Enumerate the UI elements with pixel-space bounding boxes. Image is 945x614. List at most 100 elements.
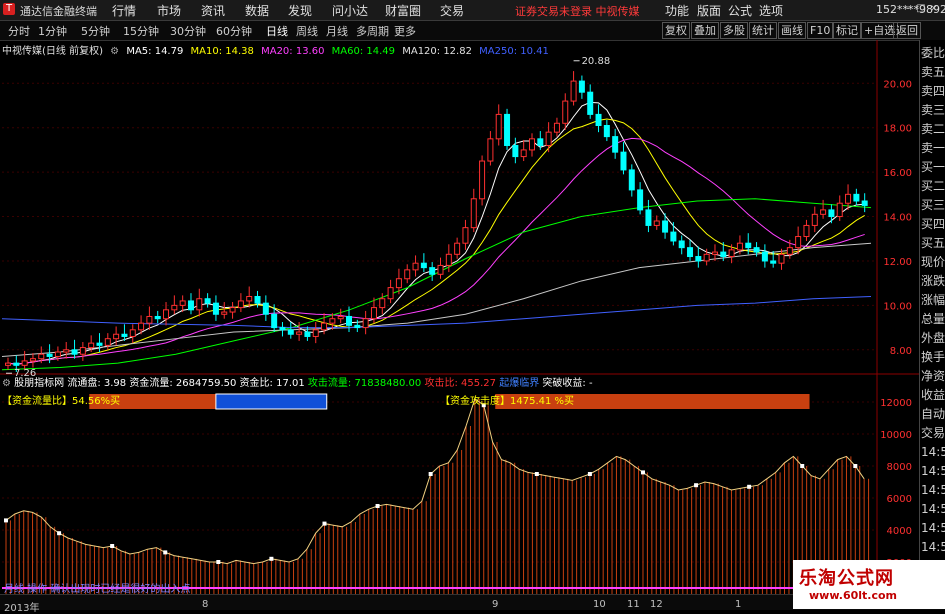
quote-tab[interactable]: 现价	[921, 253, 945, 272]
menu-item[interactable]: 版面	[697, 2, 721, 19]
ma20-label: MA20: 13.60	[261, 46, 325, 57]
period-minute[interactable]: 分时	[8, 23, 30, 39]
candle-body	[528, 138, 535, 151]
period-1min[interactable]: 1分钟	[38, 23, 67, 39]
quote-tab[interactable]: 14:5	[921, 500, 945, 519]
period-more[interactable]: 更多	[394, 23, 416, 39]
ma-line-ma5	[7, 101, 865, 365]
period-60min[interactable]: 60分钟	[216, 23, 252, 39]
quote-tab[interactable]: 卖四	[921, 82, 945, 101]
menu-item[interactable]: 行情	[112, 2, 136, 19]
candle-body	[13, 362, 20, 366]
candle-body	[63, 349, 70, 353]
candle-body	[637, 189, 644, 211]
ma5-label: MA5: 14.79	[126, 46, 184, 57]
quote-tab[interactable]: 14:5	[921, 519, 945, 538]
flow-point	[163, 550, 168, 555]
menu-item[interactable]: 功能	[665, 2, 689, 19]
candle-body	[254, 295, 261, 304]
watermark-title: 乐淘公式网	[799, 568, 894, 589]
period-5min[interactable]: 5分钟	[81, 23, 110, 39]
candle-body	[379, 298, 386, 309]
tool-stats[interactable]: 统计	[749, 22, 777, 39]
quote-tab[interactable]: 净资	[921, 367, 945, 386]
menu-item[interactable]: 选项	[759, 2, 783, 19]
quote-tab[interactable]: 卖二	[921, 120, 945, 139]
tool-restore-right[interactable]: 复权	[662, 22, 690, 39]
candle-body	[570, 80, 577, 102]
y-tick-label: 6000	[887, 494, 912, 505]
period-multi[interactable]: 多周期	[356, 23, 389, 39]
tool-draw[interactable]: 画线	[778, 22, 806, 39]
quote-tab[interactable]: 卖三	[921, 101, 945, 120]
quote-tab[interactable]: 收益	[921, 386, 945, 405]
kline-chart[interactable]: 20.0018.0016.0014.0012.0010.008.0020.887…	[0, 40, 919, 595]
minimize-icon[interactable]: -	[903, 4, 913, 14]
tool-f10[interactable]: F10	[807, 22, 834, 39]
candle-body	[836, 202, 843, 218]
watermark-url: www.60lt.com	[809, 589, 898, 602]
quote-tab[interactable]: 总量	[921, 310, 945, 329]
candle-body	[138, 322, 145, 331]
indicator-flow: 资金流量: 2684759.50	[129, 378, 237, 389]
menu-item[interactable]: 发现	[288, 2, 312, 19]
quote-tab[interactable]: 卖五	[921, 63, 945, 82]
quote-tab[interactable]: 涨跌	[921, 272, 945, 291]
quote-tab[interactable]: 卖一	[921, 139, 945, 158]
quote-tab[interactable]: 买三	[921, 196, 945, 215]
quote-tab[interactable]: 买四	[921, 215, 945, 234]
candle-body	[420, 262, 427, 269]
candle-body	[820, 209, 827, 215]
menu-item[interactable]: 资讯	[201, 2, 225, 19]
settings-icon[interactable]: ⚙	[2, 378, 11, 389]
indicator-note: 月线 操作 确认出现时已经是很好的出入点	[4, 584, 191, 595]
quote-tab[interactable]: 换手	[921, 348, 945, 367]
quote-tab[interactable]: 14:5	[921, 538, 945, 557]
quote-tab[interactable]: 涨幅	[921, 291, 945, 310]
candle-body	[553, 122, 560, 133]
quote-tab[interactable]: 买五	[921, 234, 945, 253]
candle-body	[304, 331, 311, 337]
period-weekly[interactable]: 周线	[296, 23, 318, 39]
period-daily[interactable]: 日线	[266, 23, 288, 39]
flow-bar-blue	[215, 393, 328, 410]
candle-body	[845, 193, 852, 204]
quote-tab[interactable]: 外盘	[921, 329, 945, 348]
tool-back[interactable]: 返回	[893, 22, 921, 39]
period-monthly[interactable]: 月线	[326, 23, 348, 39]
quote-tab[interactable]: 14:5	[921, 462, 945, 481]
period-30min[interactable]: 30分钟	[170, 23, 206, 39]
quote-tab[interactable]: 委比	[921, 44, 945, 63]
candle-body	[212, 302, 219, 315]
candle-body	[687, 247, 694, 258]
candle-body	[703, 253, 710, 262]
candle-body	[395, 278, 402, 289]
quote-tab[interactable]: 买二	[921, 177, 945, 196]
quote-tab[interactable]: 14:5	[921, 443, 945, 462]
menu-item[interactable]: 公式	[728, 2, 752, 19]
candle-body	[445, 253, 452, 266]
settings-icon[interactable]: ⚙	[110, 46, 119, 57]
tool-mark[interactable]: 标记	[833, 22, 861, 39]
trade-alert[interactable]: 证券交易未登录 中视传媒	[515, 3, 640, 19]
quote-tab[interactable]: 自动	[921, 405, 945, 424]
tool-multi-stock[interactable]: 多股	[720, 22, 748, 39]
close-icon[interactable]: ×	[929, 4, 939, 14]
quote-tab[interactable]: 14:5	[921, 481, 945, 500]
candle-body	[54, 351, 61, 357]
flow-point	[216, 560, 221, 564]
menu-item[interactable]: 交易	[440, 2, 464, 19]
menu-item[interactable]: 财富圈	[385, 2, 421, 19]
flow-point	[694, 483, 699, 488]
menu-item[interactable]: 问小达	[332, 2, 368, 19]
quote-tab[interactable]: 交易	[921, 424, 945, 443]
period-15min[interactable]: 15分钟	[123, 23, 159, 39]
y-tick-label: 18.00	[883, 124, 912, 135]
menu-item[interactable]: 市场	[157, 2, 181, 19]
menu-item[interactable]: 数据	[245, 2, 269, 19]
candle-body	[786, 247, 793, 255]
quote-tab[interactable]: 买一	[921, 158, 945, 177]
candle-body	[237, 300, 244, 309]
maximize-icon[interactable]: □	[916, 4, 926, 14]
tool-overlay[interactable]: 叠加	[691, 22, 719, 39]
